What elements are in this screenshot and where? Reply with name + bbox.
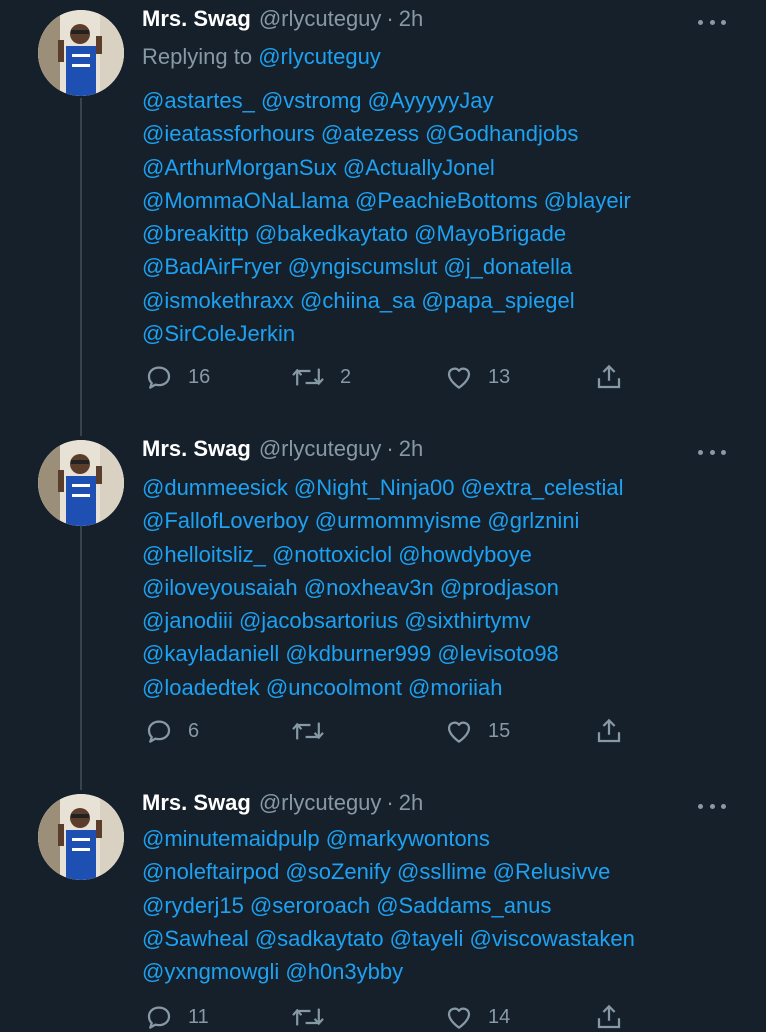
separator-dot: · bbox=[386, 436, 394, 461]
reply-count: 6 bbox=[188, 719, 200, 742]
more-options-icon[interactable] bbox=[698, 796, 726, 816]
tweet-header: Mrs. Swag @rlycuteguy · 2h bbox=[142, 790, 726, 820]
retweet-icon bbox=[292, 1008, 324, 1026]
reply-icon bbox=[147, 366, 171, 389]
mention-line[interactable]: @ismokethraxx @chiina_sa @papa_spiegel bbox=[142, 284, 742, 317]
mention-line[interactable]: @loadedtek @uncoolmont @moriiah bbox=[142, 671, 742, 704]
mention-line[interactable]: @breakittp @bakedkaytato @MayoBrigade bbox=[142, 217, 742, 250]
mention-line[interactable]: @noleftairpod @soZenify @ssllime @Relusi… bbox=[142, 855, 742, 888]
timestamp[interactable]: 2h bbox=[399, 790, 423, 816]
retweet-icon bbox=[292, 368, 324, 386]
like-count: 13 bbox=[488, 365, 511, 388]
like-count: 15 bbox=[488, 719, 511, 742]
timestamp[interactable]: 2h bbox=[399, 436, 423, 462]
mention-line[interactable]: @SirColeJerkin bbox=[142, 317, 742, 350]
tweet-text: @minutemaidpulp @markywontons @noleftair… bbox=[142, 822, 742, 988]
avatar-photo bbox=[38, 794, 124, 880]
replying-to-handle[interactable]: @rlycuteguy bbox=[258, 44, 381, 69]
like-button[interactable]: 13 bbox=[444, 362, 510, 392]
tweet-actions: 11 14 bbox=[142, 1002, 642, 1032]
avatar-photo bbox=[38, 10, 124, 96]
replying-to-label: Replying to bbox=[142, 44, 253, 69]
display-name[interactable]: Mrs. Swag bbox=[142, 436, 251, 462]
separator-dot: · bbox=[386, 6, 394, 31]
share-icon bbox=[597, 364, 621, 389]
avatar[interactable] bbox=[38, 10, 124, 96]
mention-line[interactable]: @ieatassforhours @atezess @Godhandjobs bbox=[142, 117, 742, 150]
retweet-button[interactable] bbox=[290, 716, 340, 746]
mention-line[interactable]: @dummeesick @Night_Ninja00 @extra_celest… bbox=[142, 471, 742, 504]
mention-line[interactable]: @janodiii @jacobsartorius @sixthirtymv bbox=[142, 604, 742, 637]
avatar-photo bbox=[38, 440, 124, 526]
tweet[interactable]: Mrs. Swag @rlycuteguy · 2h Replying to @… bbox=[0, 0, 766, 420]
user-handle[interactable]: @rlycuteguy bbox=[259, 790, 382, 816]
replying-to: Replying to @rlycuteguy bbox=[142, 44, 381, 70]
tweet-actions: 6 15 bbox=[142, 716, 642, 746]
retweet-icon bbox=[292, 722, 324, 740]
share-icon bbox=[597, 718, 621, 743]
more-options-icon[interactable] bbox=[698, 442, 726, 462]
display-name[interactable]: Mrs. Swag bbox=[142, 790, 251, 816]
separator-dot: · bbox=[386, 790, 394, 815]
heart-icon bbox=[447, 367, 471, 389]
share-button[interactable] bbox=[594, 362, 624, 392]
avatar[interactable] bbox=[38, 440, 124, 526]
share-button[interactable] bbox=[594, 716, 624, 746]
tweet[interactable]: Mrs. Swag @rlycuteguy · 2h @dummeesick @… bbox=[0, 420, 766, 780]
mention-line[interactable]: @ArthurMorganSux @ActuallyJonel bbox=[142, 151, 742, 184]
reply-count: 11 bbox=[188, 1005, 209, 1028]
reply-button[interactable]: 16 bbox=[144, 362, 210, 392]
mention-line[interactable]: @Sawheal @sadkaytato @tayeli @viscowasta… bbox=[142, 922, 742, 955]
tweet-header: Mrs. Swag @rlycuteguy · 2h bbox=[142, 6, 726, 36]
like-button[interactable]: 15 bbox=[444, 716, 510, 746]
more-options-icon[interactable] bbox=[698, 12, 726, 32]
avatar[interactable] bbox=[38, 794, 124, 880]
mention-line[interactable]: @astartes_ @vstromg @AyyyyyJay bbox=[142, 84, 742, 117]
share-button[interactable] bbox=[594, 1002, 624, 1032]
mention-line[interactable]: @BadAirFryer @yngiscumslut @j_donatella bbox=[142, 250, 742, 283]
display-name[interactable]: Mrs. Swag bbox=[142, 6, 251, 32]
reply-button[interactable]: 6 bbox=[144, 716, 199, 746]
mention-line[interactable]: @minutemaidpulp @markywontons bbox=[142, 822, 742, 855]
reply-icon bbox=[147, 1006, 171, 1029]
mention-line[interactable]: @MommaONaLlama @PeachieBottoms @blayeir bbox=[142, 184, 742, 217]
tweet-actions: 16 2 13 bbox=[142, 362, 642, 392]
mention-line[interactable]: @kayladaniell @kdburner999 @levisoto98 bbox=[142, 637, 742, 670]
mention-line[interactable]: @helloitsliz_ @nottoxiclol @howdyboye bbox=[142, 538, 742, 571]
mention-line[interactable]: @FallofLoverboy @urmommyisme @grlznini bbox=[142, 504, 742, 537]
user-handle[interactable]: @rlycuteguy bbox=[259, 6, 382, 32]
mention-line[interactable]: @yxngmowgli @h0n3ybby bbox=[142, 955, 742, 988]
tweet-text: @dummeesick @Night_Ninja00 @extra_celest… bbox=[142, 471, 742, 704]
reply-count: 16 bbox=[188, 365, 211, 388]
user-handle[interactable]: @rlycuteguy bbox=[259, 436, 382, 462]
tweet-text: @astartes_ @vstromg @AyyyyyJay @ieatassf… bbox=[142, 84, 742, 350]
mention-line[interactable]: @ryderj15 @seroroach @Saddams_anus bbox=[142, 889, 742, 922]
retweet-button[interactable]: 2 bbox=[290, 362, 351, 392]
heart-icon bbox=[447, 721, 471, 743]
reply-button[interactable]: 11 bbox=[144, 1002, 209, 1032]
like-count: 14 bbox=[488, 1005, 511, 1028]
mention-line[interactable]: @iloveyousaiah @noxheav3n @prodjason bbox=[142, 571, 742, 604]
share-icon bbox=[597, 1004, 621, 1029]
reply-icon bbox=[147, 720, 171, 743]
tweet[interactable]: Mrs. Swag @rlycuteguy · 2h @minutemaidpu… bbox=[0, 780, 766, 1029]
retweet-count: 2 bbox=[340, 365, 352, 388]
heart-icon bbox=[447, 1007, 471, 1029]
timestamp[interactable]: 2h bbox=[399, 6, 423, 32]
tweet-header: Mrs. Swag @rlycuteguy · 2h bbox=[142, 436, 726, 466]
retweet-button[interactable] bbox=[290, 1002, 340, 1032]
like-button[interactable]: 14 bbox=[444, 1002, 510, 1032]
